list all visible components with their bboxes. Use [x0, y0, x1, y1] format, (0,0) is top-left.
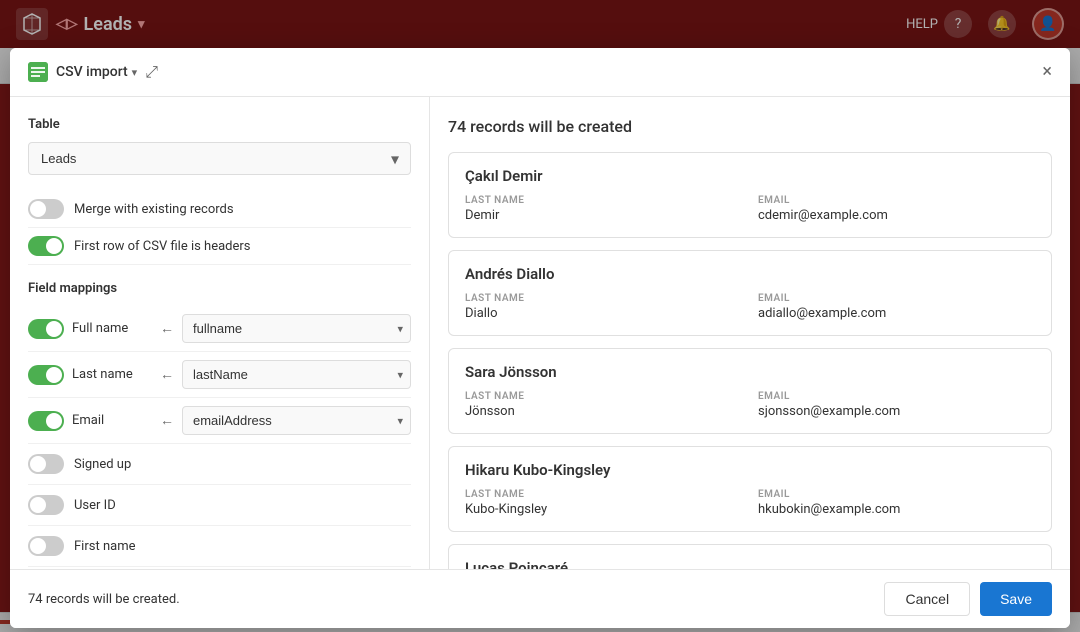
modal-header-left: CSV import ▾ ⤢ — [28, 62, 158, 82]
modal-title-text: CSV import — [56, 64, 128, 80]
record-name-4: Lucas Poincaré — [465, 559, 1035, 569]
record-card-2[interactable]: Sara Jönsson LAST NAME Jönsson EMAIL sjo… — [448, 348, 1052, 434]
record-name-0: Çakıl Demir — [465, 167, 1035, 185]
modal-external-link-icon[interactable]: ⤢ — [145, 62, 158, 82]
record-email-value-3: hkubokin@example.com — [758, 502, 1035, 517]
merge-toggle[interactable] — [28, 199, 64, 219]
modal-title[interactable]: CSV import ▾ — [56, 64, 137, 80]
record-card-3[interactable]: Hikaru Kubo-Kingsley LAST NAME Kubo-King… — [448, 446, 1052, 532]
merge-toggle-row: Merge with existing records — [28, 191, 411, 228]
record-email-label-2: EMAIL — [758, 391, 1035, 402]
record-card-0[interactable]: Çakıl Demir LAST NAME Demir EMAIL cdemir… — [448, 152, 1052, 238]
record-email-label-0: EMAIL — [758, 195, 1035, 206]
csv-icon — [28, 62, 48, 82]
record-email-value-1: adiallo@example.com — [758, 306, 1035, 321]
record-lastname-col-2: LAST NAME Jönsson — [465, 391, 742, 419]
right-panel: 74 records will be created Çakıl Demir L… — [430, 97, 1070, 569]
record-email-col-0: EMAIL cdemir@example.com — [758, 195, 1035, 223]
record-card-4[interactable]: Lucas Poincaré — [448, 544, 1052, 569]
left-panel: Table Leads Contacts Accounts Merge with… — [10, 97, 430, 569]
record-email-col-1: EMAIL adiallo@example.com — [758, 293, 1035, 321]
lastname-field-label: Last name — [72, 367, 152, 382]
records-count-header: 74 records will be created — [448, 117, 1052, 136]
first-row-toggle[interactable] — [28, 236, 64, 256]
modal-close-button[interactable]: × — [1042, 63, 1052, 81]
first-row-toggle-label: First row of CSV file is headers — [74, 239, 251, 254]
modal-footer: 74 records will be created. Cancel Save — [10, 569, 1070, 628]
record-email-col-3: EMAIL hkubokin@example.com — [758, 489, 1035, 517]
fullname-csv-select-wrapper: fullname — [182, 314, 411, 343]
record-lastname-label-0: LAST NAME — [465, 195, 742, 206]
record-fields-0: LAST NAME Demir EMAIL cdemir@example.com — [465, 195, 1035, 223]
lastname-arrow-icon: ← — [160, 366, 174, 383]
record-email-label-3: EMAIL — [758, 489, 1035, 500]
modal-header: CSV import ▾ ⤢ × — [10, 48, 1070, 97]
footer-buttons: Cancel Save — [884, 582, 1052, 616]
save-button[interactable]: Save — [980, 582, 1052, 616]
fullname-arrow-icon: ← — [160, 320, 174, 337]
record-lastname-col-0: LAST NAME Demir — [465, 195, 742, 223]
record-name-2: Sara Jönsson — [465, 363, 1035, 381]
firstname-toggle[interactable] — [28, 536, 64, 556]
record-fields-2: LAST NAME Jönsson EMAIL sjonsson@example… — [465, 391, 1035, 419]
lastname-csv-select-wrapper: lastName — [182, 360, 411, 389]
record-email-col-2: EMAIL sjonsson@example.com — [758, 391, 1035, 419]
firstname-label: First name — [74, 539, 135, 554]
mapping-row-email: Email ← emailAddress — [28, 398, 411, 444]
csv-import-modal: CSV import ▾ ⤢ × Table Leads Contacts Ac… — [10, 48, 1070, 628]
table-dropdown-wrapper: Leads Contacts Accounts — [28, 142, 411, 175]
cancel-button[interactable]: Cancel — [884, 582, 970, 616]
fullname-toggle[interactable] — [28, 319, 64, 339]
signedup-toggle[interactable] — [28, 454, 64, 474]
record-lastname-value-2: Jönsson — [465, 404, 742, 419]
record-lastname-value-3: Kubo-Kingsley — [465, 502, 742, 517]
email-csv-select-wrapper: emailAddress — [182, 406, 411, 435]
record-lastname-col-3: LAST NAME Kubo-Kingsley — [465, 489, 742, 517]
merge-toggle-label: Merge with existing records — [74, 202, 234, 217]
table-select[interactable]: Leads Contacts Accounts — [28, 142, 411, 175]
email-field-label: Email — [72, 413, 152, 428]
record-email-value-0: cdemir@example.com — [758, 208, 1035, 223]
footer-status-text: 74 records will be created. — [28, 592, 180, 607]
firstname-row: First name — [28, 526, 411, 567]
email-arrow-icon: ← — [160, 412, 174, 429]
userid-toggle[interactable] — [28, 495, 64, 515]
record-name-1: Andrés Diallo — [465, 265, 1035, 283]
email-csv-select[interactable]: emailAddress — [182, 406, 411, 435]
mapping-row-lastname: Last name ← lastName — [28, 352, 411, 398]
record-lastname-label-3: LAST NAME — [465, 489, 742, 500]
fullname-csv-select[interactable]: fullname — [182, 314, 411, 343]
record-fields-1: LAST NAME Diallo EMAIL adiallo@example.c… — [465, 293, 1035, 321]
field-mappings-label: Field mappings — [28, 281, 411, 296]
userid-row: User ID — [28, 485, 411, 526]
table-section-label: Table — [28, 117, 411, 132]
record-fields-3: LAST NAME Kubo-Kingsley EMAIL hkubokin@e… — [465, 489, 1035, 517]
record-lastname-value-1: Diallo — [465, 306, 742, 321]
record-card-1[interactable]: Andrés Diallo LAST NAME Diallo EMAIL adi… — [448, 250, 1052, 336]
first-row-toggle-row: First row of CSV file is headers — [28, 228, 411, 265]
signedup-label: Signed up — [74, 457, 131, 472]
record-lastname-value-0: Demir — [465, 208, 742, 223]
email-toggle[interactable] — [28, 411, 64, 431]
lastname-toggle[interactable] — [28, 365, 64, 385]
modal-body: Table Leads Contacts Accounts Merge with… — [10, 97, 1070, 569]
record-email-value-2: sjonsson@example.com — [758, 404, 1035, 419]
record-name-3: Hikaru Kubo-Kingsley — [465, 461, 1035, 479]
record-lastname-label-1: LAST NAME — [465, 293, 742, 304]
signedup-row: Signed up — [28, 444, 411, 485]
userid-label: User ID — [74, 498, 116, 513]
lastname-csv-select[interactable]: lastName — [182, 360, 411, 389]
modal-backdrop: CSV import ▾ ⤢ × Table Leads Contacts Ac… — [0, 0, 1080, 632]
fullname-field-label: Full name — [72, 321, 152, 336]
record-lastname-label-2: LAST NAME — [465, 391, 742, 402]
record-lastname-col-1: LAST NAME Diallo — [465, 293, 742, 321]
modal-title-chevron: ▾ — [132, 66, 138, 79]
record-email-label-1: EMAIL — [758, 293, 1035, 304]
mapping-row-fullname: Full name ← fullname — [28, 306, 411, 352]
